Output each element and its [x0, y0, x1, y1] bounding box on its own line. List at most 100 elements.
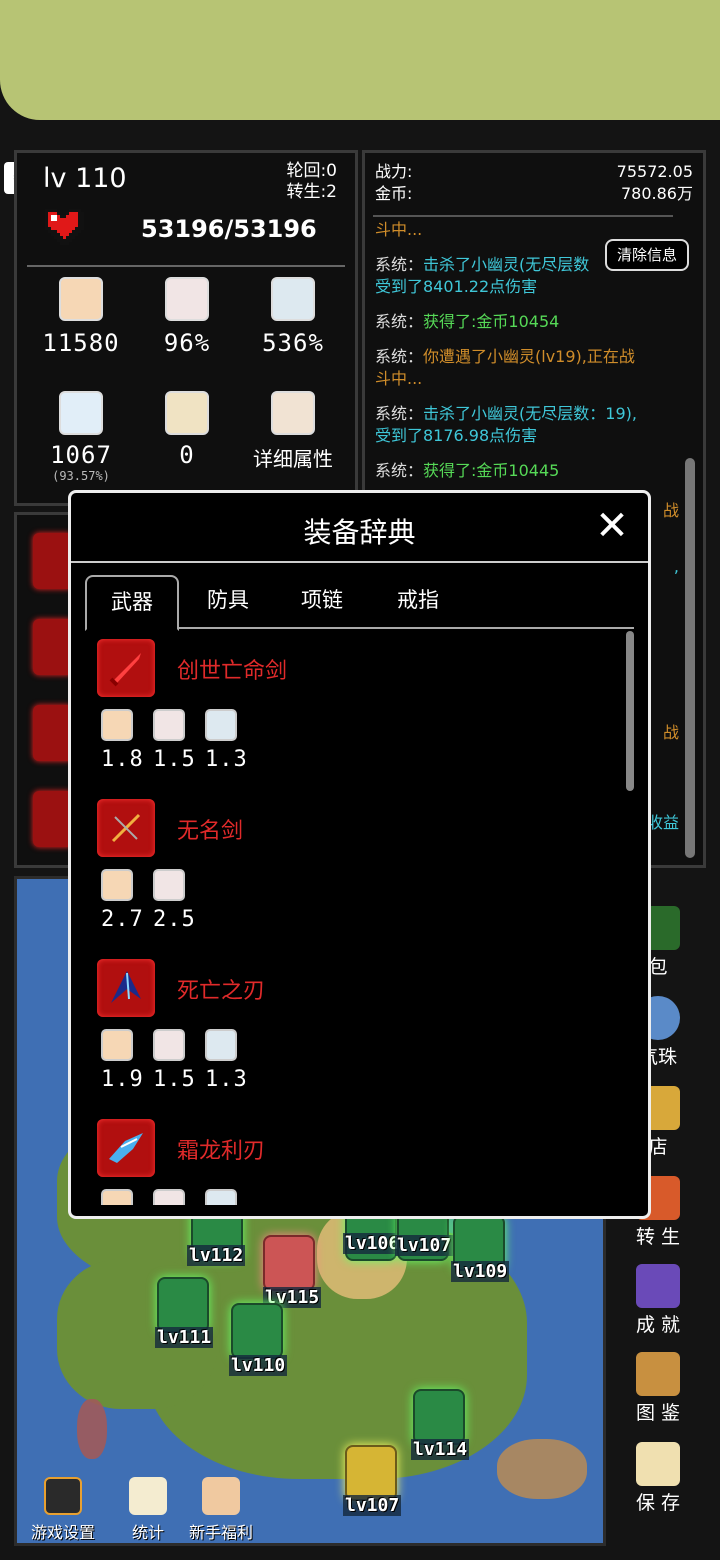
- rebirth-info: 轮回:0 转生:2: [286, 161, 337, 203]
- map-node[interactable]: [157, 1277, 209, 1333]
- game-settings-button[interactable]: 游戏设置: [31, 1477, 95, 1543]
- map-node-label: lv109: [451, 1261, 510, 1282]
- red-sword-icon: [97, 639, 155, 697]
- codex-label: 图 鉴: [635, 1402, 681, 1424]
- bag-label: 包: [648, 956, 668, 978]
- log-prefix: 系统：: [375, 404, 424, 423]
- close-icon[interactable]: ✕: [592, 506, 632, 547]
- save-label: 保 存: [635, 1492, 681, 1514]
- crit-fist-icon: [153, 869, 185, 901]
- sand: [497, 1439, 587, 1499]
- item-name: 霜龙利刃: [177, 1139, 266, 1164]
- book-icon: [271, 391, 315, 435]
- map-node-label: lv106: [343, 1233, 402, 1254]
- log-entry: 系统：获得了:金币10454: [375, 311, 685, 333]
- newbie-bonus-label: 新手福利: [189, 1523, 254, 1542]
- list-item[interactable]: 无名剑 2.7 2.5: [95, 799, 615, 959]
- crit-burst-icon: [271, 277, 315, 321]
- attack-stat: 11580: [31, 277, 131, 357]
- map-node-label: lv107: [395, 1235, 454, 1256]
- crit-fist-icon: [165, 277, 209, 321]
- zhuansheng-count: 转生:2: [286, 182, 337, 202]
- divider: [27, 265, 345, 267]
- crit-fist-icon: [153, 709, 185, 741]
- frost-dragon-blade-icon: [97, 1119, 155, 1177]
- item-name: 创世亡命剑: [177, 659, 288, 684]
- tab-bar: 武器 防具 项链 戒指: [85, 575, 634, 631]
- sword-icon: [101, 709, 133, 741]
- achievements-button[interactable]: 成 就: [612, 1264, 704, 1337]
- crit-burst-icon: [205, 709, 237, 741]
- crit-fist-icon: [153, 1189, 185, 1205]
- game-settings-label: 游戏设置: [31, 1523, 96, 1542]
- save-scroll-icon: [636, 1442, 680, 1486]
- armor-value: 0: [179, 441, 195, 469]
- sword-icon: [59, 277, 103, 321]
- modifier-value: 1.9: [101, 1067, 144, 1092]
- log-entry: 系统：获得了:金币10445: [375, 460, 685, 482]
- defense-value: 1067: [50, 441, 112, 469]
- clear-log-button[interactable]: 清除信息: [605, 239, 689, 271]
- armor-slot[interactable]: [33, 619, 73, 675]
- log-fragment: 斗中...: [375, 220, 423, 239]
- player-level: lv 110: [43, 163, 127, 194]
- log-text: 获得了:金币10445: [423, 461, 560, 480]
- log-scrollbar[interactable]: [685, 458, 695, 858]
- defense-stat: 1067 (93.57%): [31, 391, 131, 483]
- log-peek: 战: [662, 501, 679, 520]
- map-node[interactable]: [345, 1445, 397, 1501]
- map-node-label: lv111: [155, 1327, 214, 1348]
- detail-attrs-button[interactable]: 详细属性: [243, 391, 343, 472]
- shield-icon: [59, 391, 103, 435]
- statistics-button[interactable]: 统计: [129, 1477, 167, 1543]
- modifier-value: 2.7: [101, 907, 144, 932]
- weapon-slot[interactable]: [33, 533, 73, 589]
- treasure-chest-icon: [44, 1477, 82, 1515]
- map-node[interactable]: [231, 1303, 283, 1359]
- detail-attrs-label: 详细属性: [253, 447, 333, 471]
- log-text: 你遭遇了小幽灵(lv19),正在战: [423, 347, 635, 366]
- trophy-book-icon: [636, 1264, 680, 1308]
- codex-button[interactable]: 图 鉴: [612, 1352, 704, 1425]
- equip-slots: [14, 512, 74, 868]
- sword-icon: [101, 1189, 133, 1205]
- map-node[interactable]: [413, 1389, 465, 1445]
- item-list[interactable]: 创世亡命剑 1.8 1.5 1.3 无名剑 2.7 2.5 死亡之刃 1.9 1…: [95, 639, 615, 1205]
- lunhui-count: 轮回:0: [286, 161, 337, 181]
- tab-weapon[interactable]: 武器: [85, 575, 179, 631]
- crit-damage-stat: 536%: [243, 277, 343, 357]
- hp-value: 53196/53196: [141, 215, 317, 243]
- crit-burst-icon: [205, 1029, 237, 1061]
- map-node-label: lv112: [187, 1245, 246, 1266]
- modifier-value: 1.3: [205, 747, 248, 772]
- log-text: 击杀了小幽灵(无尽层数: [423, 255, 590, 274]
- list-item[interactable]: 死亡之刃 1.9 1.5 1.3: [95, 959, 615, 1119]
- log-peek: 收益: [646, 813, 679, 832]
- map-node[interactable]: [263, 1235, 315, 1291]
- log-prefix: 系统：: [375, 255, 424, 274]
- list-item[interactable]: 霜龙利刃: [95, 1119, 615, 1205]
- sword-icon: [101, 1029, 133, 1061]
- modifier-value: 1.8: [101, 747, 144, 772]
- save-button[interactable]: 保 存: [612, 1442, 704, 1515]
- item-name: 无名剑: [177, 819, 244, 844]
- log-prefix: 系统：: [375, 461, 424, 480]
- item-name: 死亡之刃: [177, 979, 266, 1004]
- log-entry: 系统：你遭遇了小幽灵(lv19),正在战 斗中...: [375, 346, 685, 390]
- divider: [71, 561, 648, 563]
- codex-book-icon: [636, 1352, 680, 1396]
- ring-slot[interactable]: [33, 791, 73, 847]
- tab-ring[interactable]: 戒指: [371, 575, 465, 629]
- dialog-scrollbar[interactable]: [626, 631, 634, 791]
- equipment-codex-dialog: 装备辞典 ✕ 武器 防具 项链 戒指 创世亡命剑 1.8 1.5 1.3 无名剑…: [68, 490, 651, 1219]
- tab-armor[interactable]: 防具: [181, 575, 275, 629]
- statistics-label: 统计: [131, 1523, 164, 1542]
- list-item[interactable]: 创世亡命剑 1.8 1.5 1.3: [95, 639, 615, 799]
- sword-icon: [101, 869, 133, 901]
- dialog-title: 装备辞典: [303, 516, 416, 549]
- necklace-slot[interactable]: [33, 705, 73, 761]
- tab-necklace[interactable]: 项链: [275, 575, 369, 629]
- newbie-bonus-button[interactable]: 新手福利: [189, 1477, 253, 1543]
- top-banner: [0, 0, 720, 120]
- log-text: 受到了8401.22点伤害: [375, 277, 538, 296]
